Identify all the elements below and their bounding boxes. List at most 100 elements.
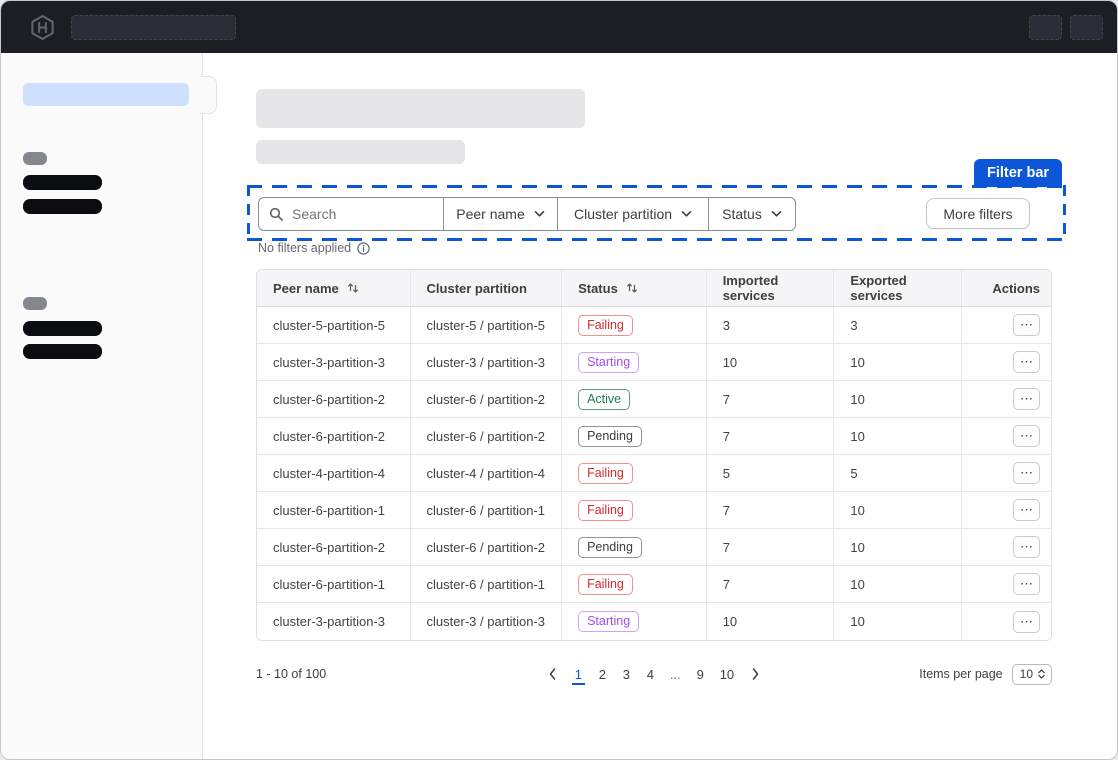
page-list: 1234... 9 10 xyxy=(572,664,736,685)
row-actions-button[interactable]: ⋯ xyxy=(1013,611,1040,633)
row-actions-button[interactable]: ⋯ xyxy=(1013,314,1040,336)
chevron-down-icon xyxy=(681,210,692,218)
chevron-down-icon xyxy=(771,210,782,218)
cell-actions: ⋯ xyxy=(961,566,1051,603)
page-number[interactable]: 4 xyxy=(644,664,657,685)
annotation-badge: Filter bar xyxy=(974,159,1062,187)
sidebar-toggle-notch[interactable] xyxy=(200,76,217,114)
cell-exported-services: 5 xyxy=(833,455,961,492)
status-badge: Failing xyxy=(578,500,633,521)
status-badge: Failing xyxy=(578,315,633,336)
cell-exported-services: 10 xyxy=(833,344,961,381)
search-field[interactable] xyxy=(259,198,443,230)
page-number[interactable]: 1 xyxy=(572,664,585,685)
cell-cluster-partition: cluster-3 / partition-3 xyxy=(410,344,562,381)
cell-actions: ⋯ xyxy=(961,307,1051,344)
filters-status-text: No filters applied xyxy=(258,241,351,255)
cell-status: Pending xyxy=(561,529,706,566)
cell-actions: ⋯ xyxy=(961,529,1051,566)
sidebar-item-skeleton[interactable] xyxy=(23,199,102,214)
cell-peer-name: cluster-6-partition-1 xyxy=(257,566,410,603)
column-header-status[interactable]: Status xyxy=(561,270,706,307)
status-badge: Failing xyxy=(578,463,633,484)
cell-exported-services: 10 xyxy=(833,418,961,455)
app-window: Filter bar Peer name Cluster partition xyxy=(0,0,1118,760)
table-body: cluster-5-partition-5cluster-5 / partiti… xyxy=(257,307,1051,640)
more-filters-button[interactable]: More filters xyxy=(926,198,1030,229)
status-badge: Active xyxy=(578,389,630,410)
chevron-left-icon[interactable] xyxy=(544,668,561,680)
row-actions-button[interactable]: ⋯ xyxy=(1013,573,1040,595)
cell-peer-name: cluster-4-partition-4 xyxy=(257,455,410,492)
row-actions-button[interactable]: ⋯ xyxy=(1013,388,1040,410)
sidebar-item-skeleton[interactable] xyxy=(23,344,102,359)
cell-exported-services: 10 xyxy=(833,566,961,603)
pager: 1234... 9 10 xyxy=(544,664,764,685)
page-number[interactable]: 2 xyxy=(596,664,609,685)
hashicorp-logo-icon xyxy=(29,14,56,41)
column-header-peer-name[interactable]: Peer name xyxy=(257,270,410,307)
sidebar-active-item-skeleton[interactable] xyxy=(23,83,189,106)
table-row: cluster-6-partition-2cluster-6 / partiti… xyxy=(257,529,1051,566)
pagination-range-text: 1 - 10 of 100 xyxy=(256,667,544,681)
cell-cluster-partition: cluster-6 / partition-2 xyxy=(410,381,562,418)
cell-status: Starting xyxy=(561,344,706,381)
cell-cluster-partition: cluster-6 / partition-1 xyxy=(410,566,562,603)
cell-imported-services: 7 xyxy=(706,381,834,418)
cell-imported-services: 7 xyxy=(706,566,834,603)
sidebar-section-label-skeleton xyxy=(23,297,47,310)
table-row: cluster-6-partition-2cluster-6 / partiti… xyxy=(257,381,1051,418)
items-per-page-select[interactable]: 10 xyxy=(1012,664,1052,685)
nav-actions xyxy=(1029,15,1103,40)
cell-imported-services: 7 xyxy=(706,418,834,455)
row-actions-button[interactable]: ⋯ xyxy=(1013,425,1040,447)
cell-actions: ⋯ xyxy=(961,492,1051,529)
page-number[interactable]: 3 xyxy=(620,664,633,685)
page-number[interactable]: 10 xyxy=(718,664,736,685)
cell-exported-services: 10 xyxy=(833,381,961,418)
dropdown-label: Status xyxy=(722,206,762,222)
cell-imported-services: 7 xyxy=(706,529,834,566)
cell-actions: ⋯ xyxy=(961,603,1051,640)
filters-status: No filters applied xyxy=(258,241,370,255)
items-per-page-value: 10 xyxy=(1020,667,1033,681)
info-icon[interactable] xyxy=(357,242,370,255)
row-actions-button[interactable]: ⋯ xyxy=(1013,536,1040,558)
cell-imported-services: 5 xyxy=(706,455,834,492)
cell-status: Starting xyxy=(561,603,706,640)
status-badge: Starting xyxy=(578,611,639,632)
chevron-down-icon xyxy=(534,210,545,218)
cell-status: Failing xyxy=(561,492,706,529)
row-actions-button[interactable]: ⋯ xyxy=(1013,462,1040,484)
column-header-actions: Actions xyxy=(961,270,1051,307)
items-per-page: Items per page 10 xyxy=(764,664,1052,685)
status-badge: Pending xyxy=(578,537,642,558)
peer-name-filter-dropdown[interactable]: Peer name xyxy=(443,198,557,230)
column-header-cluster-partition[interactable]: Cluster partition xyxy=(410,270,562,307)
nav-action-skeleton xyxy=(1070,15,1103,40)
row-actions-button[interactable]: ⋯ xyxy=(1013,499,1040,521)
search-input[interactable] xyxy=(292,206,433,222)
cell-actions: ⋯ xyxy=(961,455,1051,492)
cell-exported-services: 10 xyxy=(833,603,961,640)
cell-peer-name: cluster-3-partition-3 xyxy=(257,344,410,381)
cell-status: Failing xyxy=(561,566,706,603)
cell-peer-name: cluster-6-partition-1 xyxy=(257,492,410,529)
cell-peer-name: cluster-6-partition-2 xyxy=(257,381,410,418)
cell-status: Failing xyxy=(561,307,706,344)
page-number[interactable]: 9 xyxy=(694,664,707,685)
row-actions-button[interactable]: ⋯ xyxy=(1013,351,1040,373)
cell-peer-name: cluster-6-partition-2 xyxy=(257,418,410,455)
sidebar-section-label-skeleton xyxy=(23,152,47,165)
chevron-right-icon[interactable] xyxy=(747,668,764,680)
cell-imported-services: 3 xyxy=(706,307,834,344)
page-ellipsis: ... xyxy=(668,664,683,685)
sidebar-item-skeleton[interactable] xyxy=(23,321,102,336)
cell-cluster-partition: cluster-5 / partition-5 xyxy=(410,307,562,344)
sidebar-item-skeleton[interactable] xyxy=(23,175,102,190)
cell-exported-services: 10 xyxy=(833,529,961,566)
cell-status: Failing xyxy=(561,455,706,492)
cluster-partition-filter-dropdown[interactable]: Cluster partition xyxy=(557,198,708,230)
table-row: cluster-6-partition-1cluster-6 / partiti… xyxy=(257,566,1051,603)
status-filter-dropdown[interactable]: Status xyxy=(708,198,795,230)
